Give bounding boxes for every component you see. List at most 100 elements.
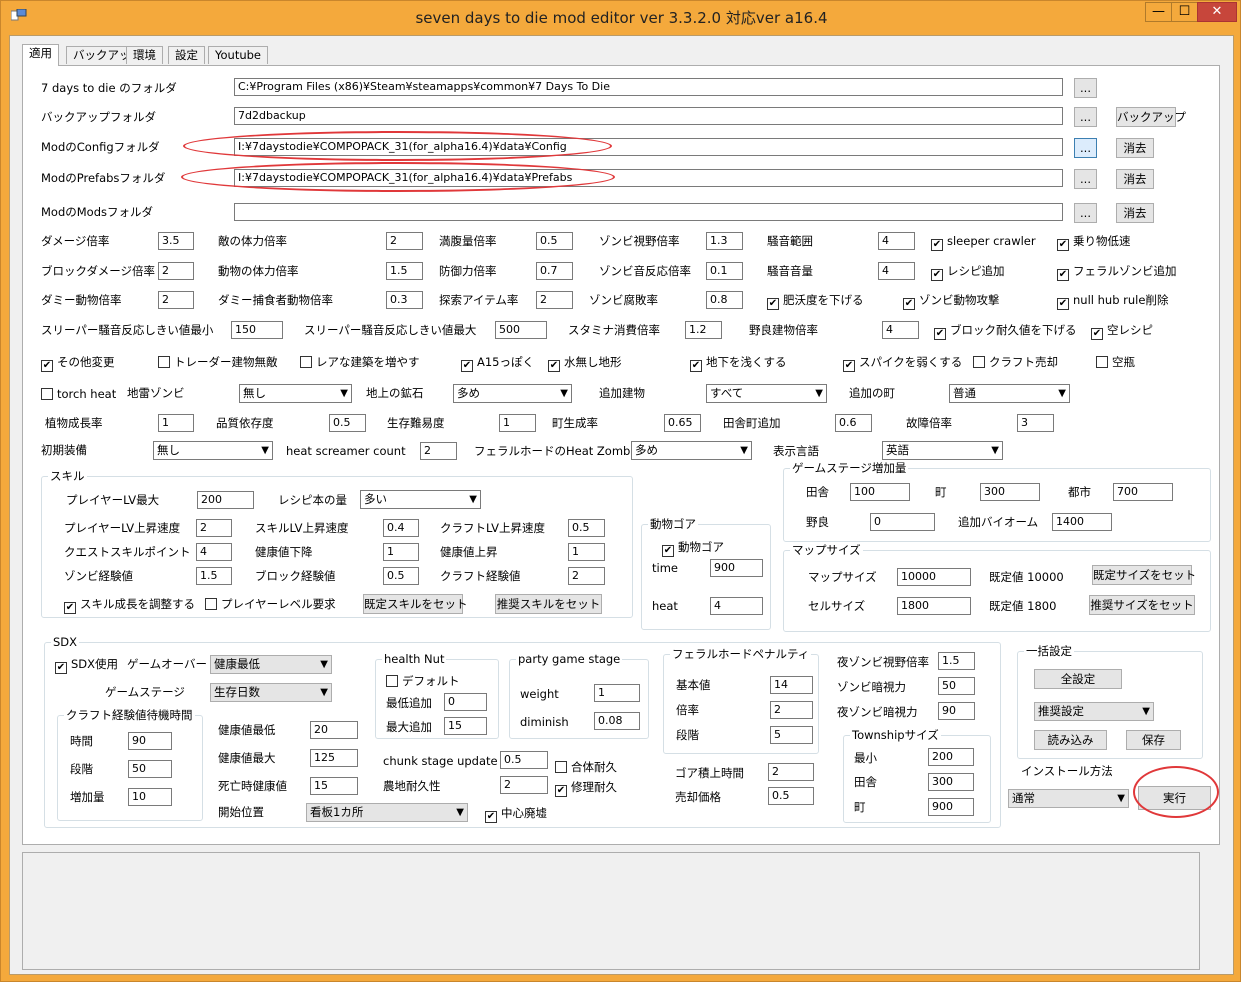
mods-clear-button[interactable]: 消去 bbox=[1116, 203, 1154, 223]
zombie-decay-input[interactable]: 0.8 bbox=[706, 291, 743, 309]
skill-lv-speed-input[interactable]: 0.4 bbox=[383, 519, 419, 537]
health-up-input[interactable]: 1 bbox=[568, 543, 605, 561]
player-lv-speed-input[interactable]: 2 bbox=[196, 519, 232, 537]
ts-rural-input[interactable]: 300 bbox=[928, 773, 974, 791]
preset-select[interactable]: 推奨設定 ▼ bbox=[1034, 702, 1154, 721]
dummy-predator-input[interactable]: 0.3 bbox=[386, 291, 423, 309]
fertility-checkbox[interactable]: ✔ 肥沃度を下げる bbox=[767, 292, 864, 310]
survival-input[interactable]: 1 bbox=[499, 414, 536, 432]
horde-select[interactable]: 多め ▼ bbox=[631, 441, 752, 460]
night-dark-input[interactable]: 90 bbox=[938, 702, 975, 720]
config-clear-button[interactable]: 消去 bbox=[1116, 138, 1154, 158]
backup-folder-input[interactable]: 7d2dbackup bbox=[234, 107, 1063, 125]
empty-bottle-checkbox[interactable]: 空瓶 bbox=[1096, 354, 1135, 370]
chunk-input[interactable]: 0.5 bbox=[500, 751, 548, 769]
install-method-select[interactable]: 通常 ▼ bbox=[1008, 789, 1129, 808]
ore-select[interactable]: 多め ▼ bbox=[453, 384, 572, 403]
fp-mult-input[interactable]: 2 bbox=[770, 701, 813, 719]
prefabs-folder-browse-button[interactable]: ... bbox=[1074, 169, 1097, 189]
default-skill-button[interactable]: 既定スキルをセット bbox=[363, 594, 468, 614]
damage-mult-input[interactable]: 3.5 bbox=[158, 232, 194, 250]
mods-folder-browse-button[interactable]: ... bbox=[1074, 203, 1097, 223]
rare-building-checkbox[interactable]: レアな建築を増やす bbox=[300, 354, 420, 370]
gore-stack-input[interactable]: 2 bbox=[768, 763, 814, 781]
log-output-area[interactable] bbox=[22, 852, 1200, 970]
waterless-checkbox[interactable]: ✔ 水無し地形 bbox=[548, 354, 622, 372]
block-durability-checkbox[interactable]: ✔ ブロック耐久値を下げる bbox=[934, 322, 1077, 340]
gore-heat-input[interactable]: 4 bbox=[710, 597, 763, 615]
diminish-input[interactable]: 0.08 bbox=[594, 712, 640, 730]
craft-lv-speed-input[interactable]: 0.5 bbox=[568, 519, 605, 537]
plant-growth-input[interactable]: 1 bbox=[158, 414, 194, 432]
tab-apply[interactable]: 適用 bbox=[22, 44, 59, 66]
cw-step-input[interactable]: 50 bbox=[128, 760, 172, 778]
noise-range-input[interactable]: 4 bbox=[878, 232, 915, 250]
recipe-book-select[interactable]: 多い ▼ bbox=[360, 490, 481, 509]
apply-all-button[interactable]: 全設定 bbox=[1034, 669, 1122, 689]
nut-max-input[interactable]: 15 bbox=[444, 717, 487, 735]
extra-building-select[interactable]: すべて ▼ bbox=[706, 384, 827, 403]
fp-base-input[interactable]: 14 bbox=[770, 676, 813, 694]
gs-biome-input[interactable]: 1400 bbox=[1052, 513, 1112, 531]
wild-bld-input[interactable]: 4 bbox=[882, 321, 919, 339]
screamer-input[interactable]: 2 bbox=[420, 442, 457, 460]
mods-folder-input[interactable] bbox=[234, 203, 1063, 221]
animal-hp-input[interactable]: 1.5 bbox=[386, 262, 423, 280]
gs-rural-input[interactable]: 100 bbox=[850, 483, 910, 501]
block-damage-input[interactable]: 2 bbox=[158, 262, 194, 280]
shallow-checkbox[interactable]: ✔ 地下を浅くする bbox=[690, 354, 787, 372]
zombie-dark-input[interactable]: 50 bbox=[938, 677, 975, 695]
noise-volume-input[interactable]: 4 bbox=[878, 262, 915, 280]
save-button[interactable]: 保存 bbox=[1126, 730, 1181, 750]
maximize-button[interactable]: ☐ bbox=[1171, 2, 1198, 22]
torch-heat-checkbox[interactable]: torch heat bbox=[41, 386, 116, 402]
craft-sell-checkbox[interactable]: クラフト売却 bbox=[973, 354, 1058, 370]
dummy-animal-input[interactable]: 2 bbox=[158, 291, 194, 309]
health-min-input[interactable]: 20 bbox=[310, 721, 358, 739]
craft-xp-input[interactable]: 2 bbox=[568, 567, 605, 585]
fullness-input[interactable]: 0.5 bbox=[536, 232, 573, 250]
health-down-input[interactable]: 1 bbox=[383, 543, 419, 561]
tab-settings[interactable]: 設定 bbox=[168, 46, 205, 64]
repair-dur-checkbox[interactable]: ✔ 修理耐久 bbox=[555, 779, 617, 797]
null-hub-checkbox[interactable]: ✔ null hub rule削除 bbox=[1057, 292, 1168, 310]
trader-invincible-checkbox[interactable]: トレーダー建物無敵 bbox=[158, 354, 278, 370]
minimize-button[interactable]: — bbox=[1145, 2, 1172, 22]
game-folder-input[interactable]: C:¥Program Files (x86)¥Steam¥steamapps¥c… bbox=[234, 78, 1063, 96]
rural-town-input[interactable]: 0.6 bbox=[835, 414, 872, 432]
config-folder-browse-button[interactable]: ... bbox=[1074, 138, 1097, 158]
nut-min-input[interactable]: 0 bbox=[444, 693, 487, 711]
enemy-hp-input[interactable]: 2 bbox=[386, 232, 423, 250]
lvmax-input[interactable]: 200 bbox=[197, 491, 254, 509]
sleeper-min-input[interactable]: 150 bbox=[231, 321, 283, 339]
quest-skill-input[interactable]: 4 bbox=[196, 543, 232, 561]
backup-folder-browse-button[interactable]: ... bbox=[1074, 107, 1097, 127]
vehicle-slow-checkbox[interactable]: ✔ 乗り物低速 bbox=[1057, 233, 1131, 251]
night-sight-input[interactable]: 1.5 bbox=[938, 652, 975, 670]
sleeper-max-input[interactable]: 500 bbox=[495, 321, 547, 339]
failure-input[interactable]: 3 bbox=[1017, 414, 1054, 432]
zombie-xp-input[interactable]: 1.5 bbox=[196, 567, 232, 585]
start-pos-select[interactable]: 看板1カ所 ▼ bbox=[306, 803, 468, 822]
gs-city-input[interactable]: 700 bbox=[1113, 483, 1173, 501]
cell-size-input[interactable]: 1800 bbox=[897, 597, 971, 615]
ts-min-input[interactable]: 200 bbox=[928, 748, 974, 766]
cw-time-input[interactable]: 90 bbox=[128, 732, 172, 750]
gore-time-input[interactable]: 900 bbox=[710, 559, 763, 577]
fp-step-input[interactable]: 5 bbox=[770, 726, 813, 744]
recipe-add-checkbox[interactable]: ✔ レシピ追加 bbox=[931, 263, 1005, 281]
health-max-input[interactable]: 125 bbox=[310, 749, 358, 767]
loot-rate-input[interactable]: 2 bbox=[536, 291, 573, 309]
game-folder-browse-button[interactable]: ... bbox=[1074, 78, 1097, 98]
gameover-select[interactable]: 健康最低 ▼ bbox=[210, 655, 332, 674]
skill-adjust-checkbox[interactable]: ✔ スキル成長を調整する bbox=[64, 596, 195, 614]
empty-recipe-checkbox[interactable]: ✔ 空レシピ bbox=[1091, 322, 1153, 340]
player-level-req-checkbox[interactable]: プレイヤーレベル要求 bbox=[205, 596, 336, 612]
animal-gore-checkbox[interactable]: ✔ 動物ゴア bbox=[662, 539, 724, 557]
other-change-checkbox[interactable]: ✔ その他変更 bbox=[41, 354, 115, 372]
sdx-stage-select[interactable]: 生存日数 ▼ bbox=[210, 683, 332, 702]
sdx-use-checkbox[interactable]: ✔ SDX使用 bbox=[55, 656, 118, 674]
title-bar[interactable]: seven days to die mod editor ver 3.3.2.0… bbox=[1, 1, 1241, 35]
landmine-select[interactable]: 無し ▼ bbox=[239, 384, 352, 403]
tab-youtube[interactable]: Youtube bbox=[208, 46, 268, 64]
